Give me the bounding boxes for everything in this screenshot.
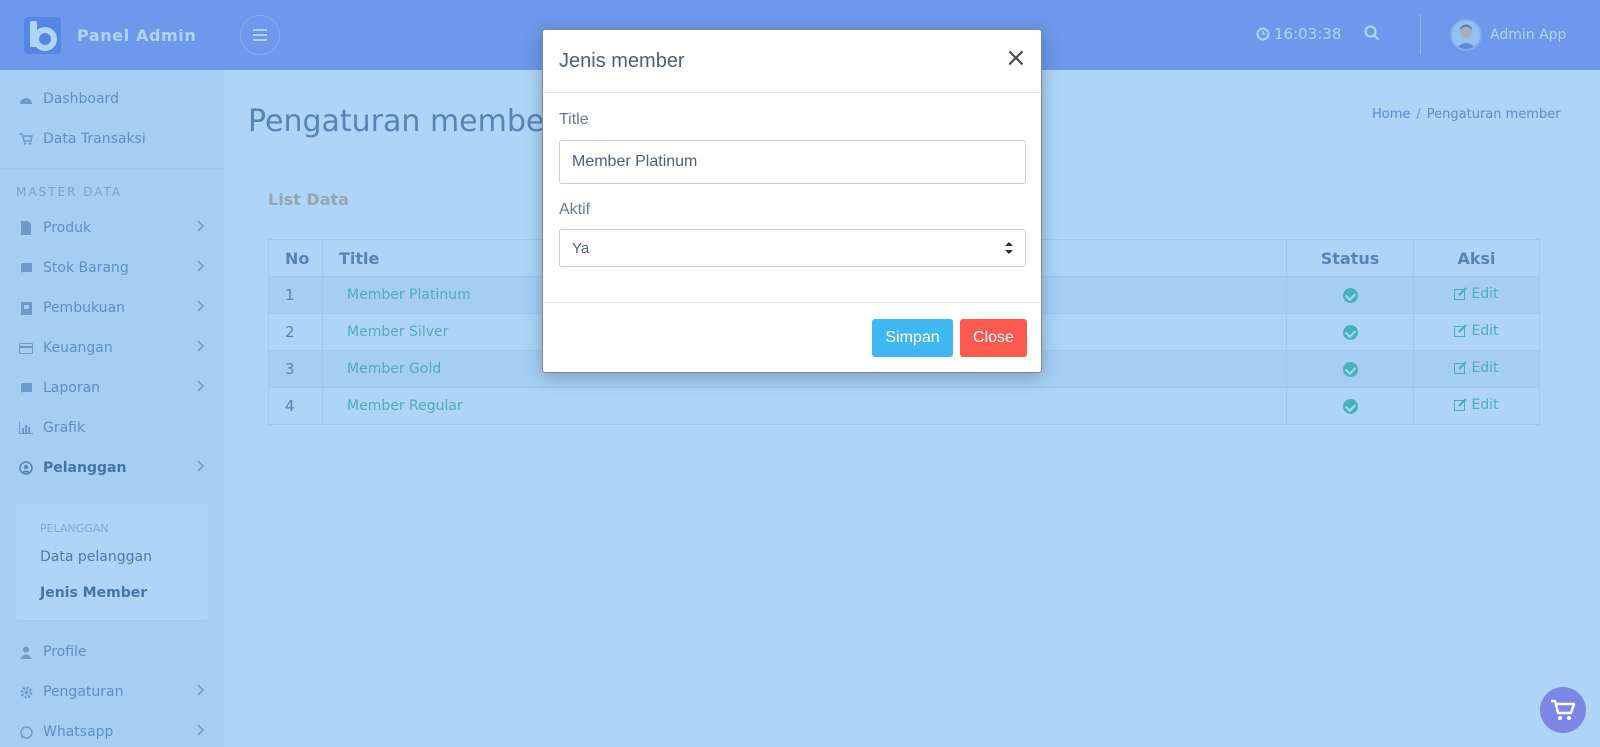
save-button[interactable]: Simpan bbox=[872, 319, 953, 357]
aktif-select-value: Ya bbox=[572, 239, 590, 257]
aktif-field-label: Aktif bbox=[559, 201, 591, 218]
select-arrows-icon bbox=[1005, 242, 1013, 254]
title-input[interactable]: Member Platinum bbox=[559, 140, 1026, 184]
aktif-select[interactable]: Ya bbox=[559, 229, 1026, 267]
close-icon[interactable]: × bbox=[1005, 45, 1027, 71]
floating-cart-button[interactable] bbox=[1540, 687, 1586, 733]
title-field-label: Title bbox=[559, 111, 589, 128]
jenis-member-modal: Jenis member × Title Member Platinum Akt… bbox=[542, 29, 1042, 373]
modal-title: Jenis member bbox=[559, 50, 685, 72]
title-input-value: Member Platinum bbox=[572, 153, 698, 170]
close-button[interactable]: Close bbox=[960, 319, 1027, 357]
modal-footer-divider bbox=[543, 302, 1041, 303]
cart-icon bbox=[1551, 699, 1576, 720]
modal-header-divider bbox=[543, 92, 1041, 93]
